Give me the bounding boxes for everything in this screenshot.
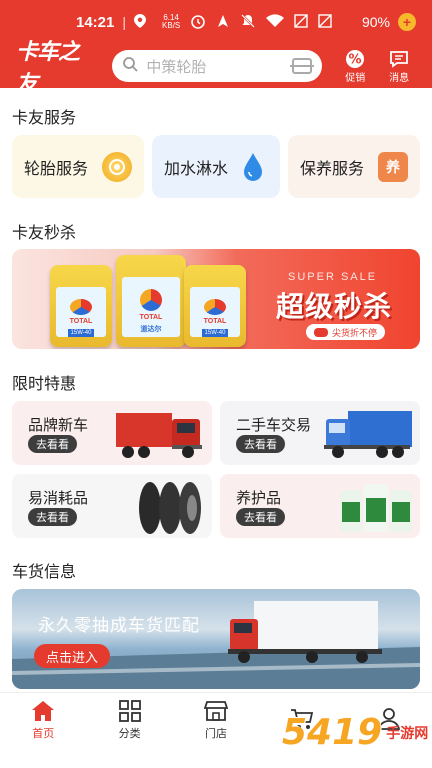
- app-logo: 卡车之友: [16, 39, 80, 97]
- tab-home-label: 首页: [32, 728, 55, 740]
- cargo-enter-button[interactable]: 点击进入: [34, 644, 111, 668]
- battery-charging-icon: +: [398, 13, 416, 31]
- home-icon: [32, 701, 55, 721]
- grid-icon: [118, 700, 141, 722]
- watermark-number: 5419: [282, 712, 383, 753]
- service-water-label: 加水淋水: [164, 160, 229, 178]
- wifi-icon: [266, 13, 285, 31]
- search-box[interactable]: 中策轮胎: [112, 50, 323, 82]
- status-time: 14:21: [76, 13, 115, 31]
- tab-home[interactable]: 首页: [0, 693, 86, 748]
- tab-store[interactable]: 门店: [173, 693, 259, 748]
- message-label: 消息: [389, 72, 410, 84]
- oil-bucket-image-right: TOTAL 15W-40: [184, 265, 246, 347]
- signal-off-icon: [294, 13, 308, 31]
- bucket-brand: TOTAL: [69, 318, 93, 325]
- red-truck-image: [116, 413, 202, 458]
- deals-title: 限时特惠: [12, 376, 77, 393]
- battery-level: 90%: [361, 14, 390, 30]
- service-tire[interactable]: 轮胎服务: [12, 135, 144, 198]
- message-icon: [389, 49, 409, 69]
- tab-category[interactable]: 分类: [86, 693, 172, 748]
- deal-used-truck-label: 二手车交易: [236, 417, 312, 434]
- cargo-banner[interactable]: 永久零抽成车货匹配 点击进入: [12, 589, 420, 689]
- oil-bucket-image-main: TOTAL 道达尔: [116, 255, 186, 347]
- deal-used-truck[interactable]: 二手车交易 去看看: [220, 401, 420, 465]
- promo-percent-icon: %: [345, 49, 365, 69]
- status-separator: |: [122, 14, 127, 30]
- mute-icon: [240, 13, 256, 32]
- watermark-text: 手游网: [386, 724, 429, 741]
- alarm-icon: [190, 13, 206, 32]
- tab-store-label: 门店: [205, 728, 228, 740]
- deal-care[interactable]: 养护品 去看看: [220, 474, 420, 538]
- services-title: 卡友服务: [12, 110, 77, 127]
- service-maintenance[interactable]: 保养服务 养: [288, 135, 420, 198]
- service-maintenance-label: 保养服务: [300, 160, 365, 178]
- deal-new-truck[interactable]: 品牌新车 去看看: [12, 401, 212, 465]
- deal-new-truck-button[interactable]: 去看看: [28, 435, 77, 453]
- cargo-title: 车货信息: [12, 564, 77, 581]
- promo-label: 促销: [345, 72, 366, 84]
- bucket-grade: 15W-40: [67, 329, 95, 337]
- sale-pill-icon: [314, 327, 328, 337]
- bucket-brand-main: TOTAL: [139, 314, 163, 321]
- tires-image: [139, 482, 201, 534]
- antifreeze-bottles-image: [340, 484, 412, 532]
- battery-group: 90% +: [362, 13, 416, 31]
- promo-button[interactable]: % 促销: [334, 49, 376, 84]
- cargo-slogan: 永久零抽成车货匹配: [38, 616, 200, 635]
- flash-title: 卡友秒杀: [12, 225, 77, 242]
- deal-new-truck-label: 品牌新车: [28, 417, 89, 434]
- message-button[interactable]: 消息: [378, 49, 420, 84]
- service-tire-label: 轮胎服务: [24, 160, 89, 178]
- oil-bucket-image: TOTAL 15W-40: [50, 265, 112, 347]
- blue-truck-image: [324, 411, 412, 458]
- sale-subtitle: 尖货折不停: [332, 327, 378, 338]
- deal-care-label: 养护品: [236, 490, 282, 507]
- deal-consumables[interactable]: 易消耗品 去看看: [12, 474, 212, 538]
- app-bar: 卡车之友 中策轮胎 % 促销 消息: [0, 39, 432, 97]
- net-speed-unit: KB/S: [162, 21, 181, 30]
- site-watermark: 5419 手游网: [282, 712, 428, 753]
- status-icons: 6.14 KB/S: [162, 13, 332, 32]
- signal-off-icon-2: [318, 13, 332, 31]
- bucket-grade-right: 15W-40: [201, 329, 229, 337]
- tire-coin-icon: [102, 151, 132, 182]
- sale-english: SUPER SALE: [288, 271, 378, 283]
- svg-text:%: %: [349, 52, 362, 67]
- sale-title: 超级秒杀: [276, 291, 393, 322]
- tab-category-label: 分类: [118, 728, 141, 740]
- bucket-brand-right: TOTAL: [203, 318, 227, 325]
- super-sale-banner[interactable]: TOTAL 15W-40 TOTAL 道达尔 TOTAL 15W-40 SUPER S…: [12, 249, 420, 349]
- location-icon: [134, 13, 147, 31]
- search-placeholder: 中策轮胎: [146, 58, 207, 76]
- cargo-truck-scene: [12, 601, 420, 689]
- deal-consumables-button[interactable]: 去看看: [28, 508, 77, 526]
- sale-subtitle-pill: 尖货折不停: [306, 324, 386, 340]
- service-water[interactable]: 加水淋水: [152, 135, 280, 198]
- net-speed: 6.14 KB/S: [162, 14, 180, 30]
- scan-icon[interactable]: [290, 58, 315, 74]
- water-drop-icon: [238, 152, 268, 182]
- nav-arrow-icon: [216, 14, 230, 31]
- deal-care-button[interactable]: 去看看: [236, 508, 285, 526]
- deal-consumables-label: 易消耗品: [28, 490, 89, 507]
- deal-used-truck-button[interactable]: 去看看: [236, 435, 285, 453]
- search-icon: [122, 56, 139, 77]
- app-header: 14:21 | 6.14 KB/S 90% + 卡车之友 中策轮胎 % 促销 消…: [0, 0, 432, 97]
- store-icon: [204, 701, 229, 721]
- bucket-cn: 道达尔: [140, 326, 162, 333]
- maintenance-badge-icon: 养: [378, 151, 408, 182]
